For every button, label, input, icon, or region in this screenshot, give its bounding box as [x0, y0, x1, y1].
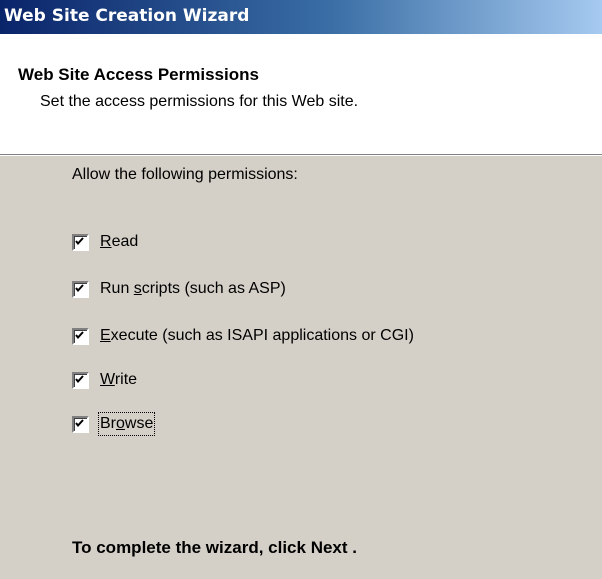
checkmark-icon — [75, 374, 84, 383]
write-permission-label[interactable]: Write — [100, 370, 137, 390]
read-checkbox-box[interactable] — [72, 233, 89, 251]
execute-permission-label[interactable]: Execute (such as ISAPI applications or C… — [100, 326, 414, 346]
execute-checkbox-box[interactable] — [72, 327, 89, 345]
browse-permission-checkbox[interactable]: Browse — [72, 412, 156, 436]
run-scripts-permission-label[interactable]: Run scripts (such as ASP) — [100, 279, 286, 299]
checkmark-icon — [75, 330, 84, 339]
write-permission-checkbox[interactable]: Write — [72, 369, 137, 391]
read-permission-checkbox[interactable]: Read — [72, 231, 138, 253]
title-bar[interactable]: Web Site Creation Wizard — [0, 0, 602, 34]
page-subheading: Set the access permissions for this Web … — [40, 93, 359, 110]
completion-instruction: To complete the wizard, click Next . — [72, 538, 357, 557]
header-divider — [0, 155, 602, 156]
write-checkbox-box[interactable] — [72, 371, 89, 389]
checkmark-icon — [75, 236, 84, 245]
checkmark-icon — [75, 283, 84, 292]
permissions-prompt: Allow the following permissions: — [72, 166, 298, 183]
browse-checkbox-box[interactable] — [72, 415, 89, 433]
wizard-window: Web Site Creation Wizard Web Site Access… — [0, 0, 602, 579]
page-heading: Web Site Access Permissions — [18, 65, 259, 84]
read-permission-label[interactable]: Read — [100, 232, 138, 252]
window-title: Web Site Creation Wizard — [4, 6, 250, 26]
execute-permission-checkbox[interactable]: Execute (such as ISAPI applications or C… — [72, 325, 414, 347]
browse-permission-label[interactable]: Browse — [97, 412, 156, 436]
run-scripts-checkbox-box[interactable] — [72, 280, 89, 298]
checkmark-icon — [75, 418, 84, 427]
run-scripts-permission-checkbox[interactable]: Run scripts (such as ASP) — [72, 278, 286, 300]
wizard-header: Web Site Access Permissions Set the acce… — [0, 34, 602, 155]
